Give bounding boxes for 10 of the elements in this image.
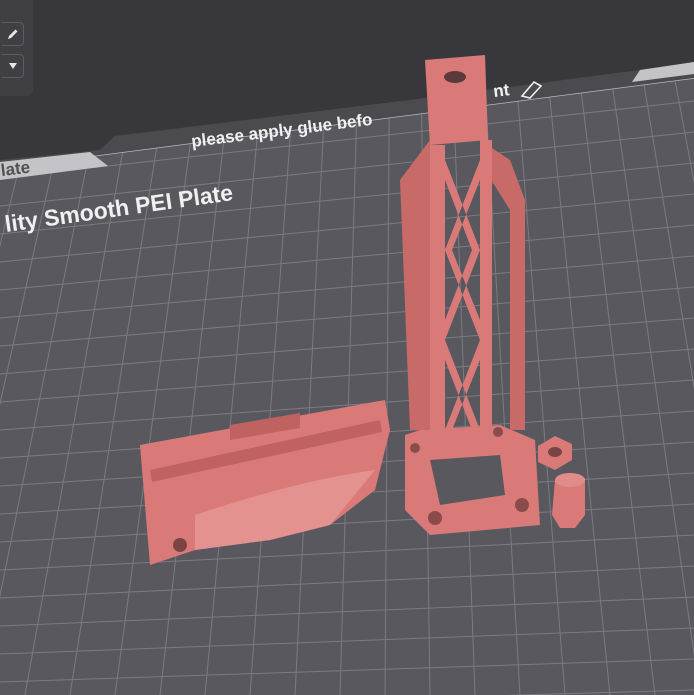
edit-button[interactable] [2,22,24,46]
plate-note-text: nt [492,80,510,101]
caret-icon [8,63,16,69]
edit-note-icon[interactable] [520,80,542,99]
dropdown-button[interactable] [2,54,24,78]
nut-model-drawing [538,436,572,470]
pencil-icon [6,28,18,40]
bolt-model-drawing [552,473,585,528]
plate-note-text: please apply glue befo [190,110,374,151]
plate-type-label: lity Smooth PEI Plate [3,179,234,237]
